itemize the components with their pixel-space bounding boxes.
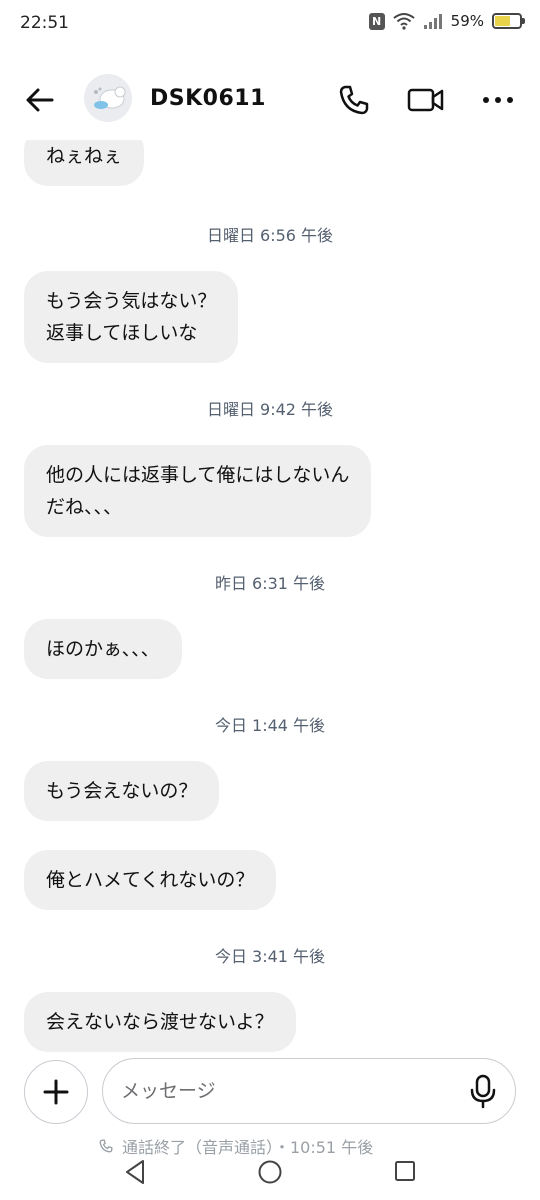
nfc-icon: N (368, 12, 385, 30)
battery-icon (492, 13, 525, 29)
message-input[interactable] (102, 1058, 516, 1124)
avatar[interactable] (84, 74, 132, 122)
message-bubble[interactable]: 俺とハメてくれないの？ (24, 850, 277, 910)
message-bubble[interactable]: 他の人には返事して俺にはしないん だね、、、 (24, 445, 372, 537)
more-dots-icon (483, 97, 513, 103)
avatar-image (94, 86, 126, 109)
wifi-icon (393, 13, 415, 30)
video-call-button[interactable] (406, 84, 446, 116)
message-timestamp: 今日 3:41 午後 (214, 947, 326, 966)
message-timestamp: 今日 1:44 午後 (214, 716, 326, 735)
message-timestamp: 昨日 6:31 午後 (214, 574, 326, 593)
contact-name[interactable]: DSK0611 (150, 86, 266, 111)
nav-back-icon (126, 1160, 144, 1184)
phone-icon (99, 1139, 113, 1153)
call-ended-notice: 通話終了（音声通話）・10:51 午後 (98, 1134, 458, 1158)
message-bubble[interactable]: ほのかぁ、、、 (24, 619, 182, 679)
nav-home-icon (258, 1160, 282, 1184)
chat-header: DSK0611 (0, 68, 540, 132)
phone-icon (339, 85, 369, 115)
message-bubble[interactable]: もう会えないの？ (24, 761, 220, 821)
system-nav-bar (0, 1156, 540, 1200)
voice-call-button[interactable] (336, 82, 372, 118)
microphone-icon (470, 1074, 496, 1109)
back-arrow-icon (26, 88, 54, 112)
plus-icon (43, 1079, 68, 1104)
add-attachment-button[interactable] (24, 1060, 88, 1124)
nav-recent-icon (395, 1161, 415, 1181)
message-list[interactable]: ねぇねぇ 日曜日 6:56 午後 もう会う気はない？ 返事してほしいな 日曜日 … (0, 140, 540, 1056)
message-timestamp: 日曜日 9:42 午後 (206, 400, 334, 419)
message-timestamp: 日曜日 6:56 午後 (206, 226, 334, 245)
video-camera-icon (407, 88, 444, 112)
nav-back-button[interactable] (122, 1158, 148, 1186)
status-icons: N 59% (368, 12, 525, 30)
more-options-button[interactable] (478, 84, 518, 116)
call-ended-text: 通話終了（音声通話）・10:51 午後 (122, 1138, 374, 1157)
voice-message-button[interactable] (468, 1074, 498, 1110)
battery-fill (495, 16, 511, 26)
message-bubble[interactable]: ねぇねぇ (24, 140, 145, 186)
message-composer (0, 1056, 540, 1128)
message-bubble[interactable]: 会えないなら渡せないよ？ (24, 992, 296, 1052)
battery-percentage: 59% (450, 12, 484, 30)
back-button[interactable] (22, 84, 58, 116)
status-time: 22:51 (20, 13, 69, 33)
nav-recent-button[interactable] (394, 1160, 416, 1182)
signal-icon (423, 14, 442, 29)
message-bubble[interactable]: もう会う気はない？ 返事してほしいな (24, 271, 239, 363)
nav-home-button[interactable] (257, 1159, 283, 1185)
status-bar: 22:51 N 59% (0, 0, 540, 50)
